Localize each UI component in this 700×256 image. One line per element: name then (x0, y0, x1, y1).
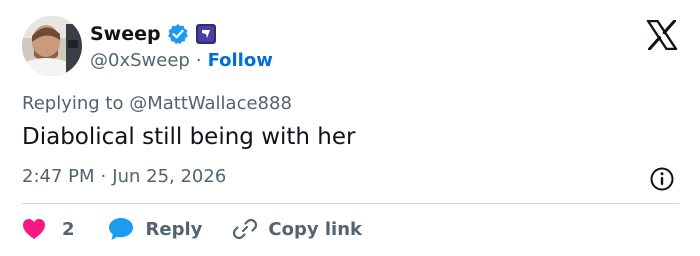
like-count: 2 (62, 218, 75, 240)
tweet-date: Jun 25, 2026 (112, 166, 227, 187)
reply-bubble-icon (108, 218, 133, 240)
user-handle[interactable]: @0xSweep (90, 50, 190, 71)
tweet-time: 2:47 PM (22, 166, 95, 187)
verified-badge-icon (167, 24, 188, 45)
copy-link-button[interactable]: Copy link (232, 216, 362, 242)
avatar[interactable] (22, 16, 82, 76)
tweet-card: Sweep @0xSweep · Follow Replying to @Mat… (0, 0, 700, 256)
handle-row: @0xSweep · Follow (90, 48, 273, 72)
tweet-timestamp[interactable]: 2:47 PM · Jun 25, 2026 (22, 166, 226, 187)
like-button[interactable]: 2 (22, 218, 75, 240)
heart-icon (23, 219, 45, 239)
handle-separator: · (195, 49, 202, 71)
affiliate-badge-icon[interactable] (195, 23, 217, 45)
x-logo-icon[interactable] (646, 20, 678, 50)
divider (22, 203, 679, 204)
reply-label: Reply (145, 218, 203, 240)
display-name[interactable]: Sweep (90, 23, 161, 45)
link-icon (233, 218, 258, 240)
meta-separator: · (100, 166, 107, 187)
follow-button[interactable]: Follow (208, 50, 273, 71)
avatar-image (22, 16, 82, 76)
action-bar: 2 Reply Copy link (22, 214, 362, 244)
reply-button[interactable]: Reply (108, 217, 203, 241)
copy-link-label: Copy link (268, 218, 362, 240)
info-icon[interactable] (649, 166, 675, 192)
tweet-text: Diabolical still being with her (22, 124, 356, 150)
replying-to[interactable]: Replying to @MattWallace888 (22, 93, 292, 114)
name-row: Sweep (90, 20, 217, 48)
